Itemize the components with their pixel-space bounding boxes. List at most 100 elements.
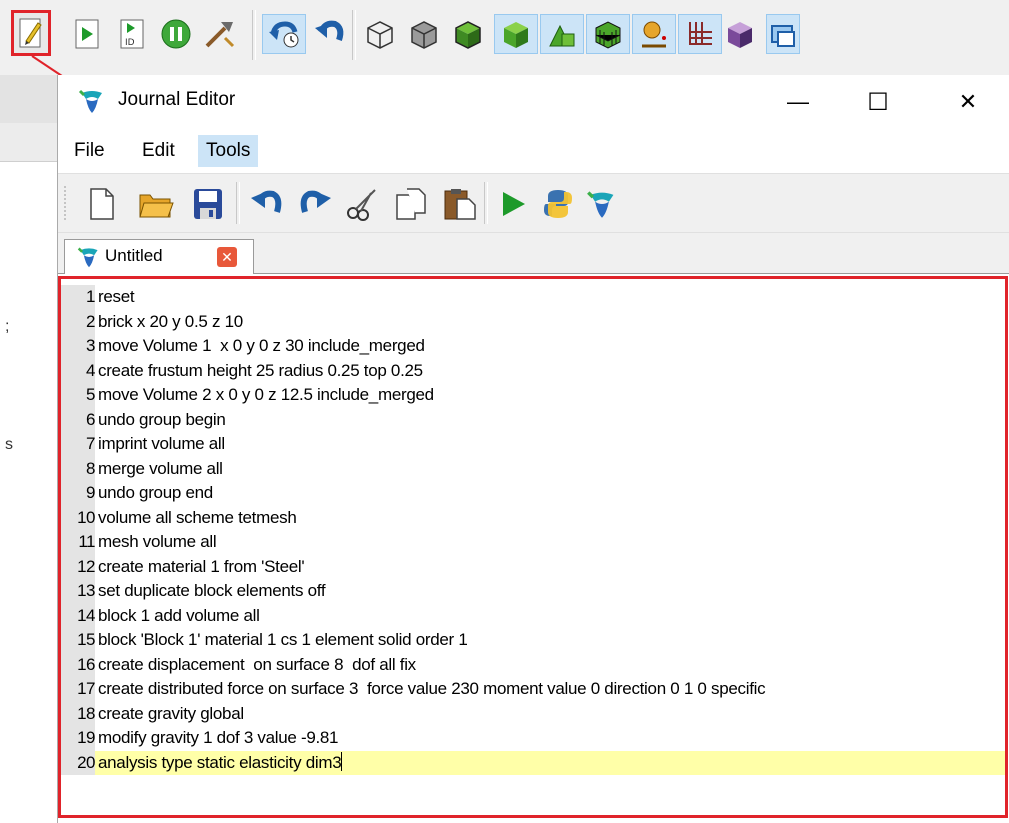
line-text: merge volume all	[98, 458, 223, 478]
purple-cube-icon	[728, 22, 752, 48]
line-text: block 'Block 1' material 1 cs 1 element …	[98, 630, 468, 649]
maximize-button[interactable]: ☐	[850, 75, 906, 129]
journal-editor-button[interactable]	[11, 10, 51, 56]
menu-file[interactable]: File	[66, 135, 113, 167]
editor-line[interactable]: 19 modify gravity 1 dof 3 value -9.81	[61, 726, 1005, 751]
line-text: analysis type static elasticity dim3	[98, 751, 343, 772]
play-journal-button[interactable]	[69, 14, 105, 54]
redo-button[interactable]	[296, 184, 336, 224]
mesh-visibility-button[interactable]	[586, 14, 630, 54]
python-button[interactable]	[538, 184, 578, 224]
cut-icon	[347, 189, 376, 221]
editor-line[interactable]: 4 create frustum height 25 radius 0.25 to…	[61, 358, 1005, 383]
undo-icon	[315, 20, 344, 41]
cubit-command-button[interactable]	[582, 184, 622, 224]
editor-line[interactable]: 20 analysis type static elasticity dim3	[61, 750, 1005, 775]
geometry-visibility-button[interactable]	[540, 14, 584, 54]
wireframe-view-button[interactable]	[362, 14, 398, 54]
new-file-button[interactable]	[82, 184, 122, 224]
menu-edit[interactable]: Edit	[134, 135, 183, 167]
line-text: create gravity global	[98, 703, 244, 723]
paste-icon	[444, 189, 476, 220]
code-editor[interactable]: 1 reset 2 brick x 20 y 0.5 z 10 3 move Volume…	[58, 276, 1008, 818]
line-text: modify gravity 1 dof 3 value -9.81	[98, 728, 339, 747]
line-number: 11	[78, 532, 95, 551]
line-text: block 1 add volume all	[98, 605, 260, 625]
editor-line[interactable]: 14 block 1 add volume all	[61, 603, 1005, 628]
editor-line[interactable]: 3 move Volume 1 x 0 y 0 z 30 include_merg…	[61, 334, 1005, 359]
cut-button[interactable]	[342, 184, 382, 224]
node-icon	[642, 21, 666, 48]
undo-button[interactable]	[246, 184, 286, 224]
tab-close-button[interactable]: ✕	[217, 247, 237, 267]
title-bar[interactable]: Journal Editor — ☐ ✕	[58, 75, 1009, 129]
line-number: 9	[86, 483, 95, 502]
line-text: move Volume 1 x 0 y 0 z 30 include_merge…	[98, 336, 425, 355]
visibility-button[interactable]	[722, 14, 758, 54]
open-file-button[interactable]	[136, 184, 176, 224]
save-file-button[interactable]	[188, 184, 228, 224]
minimize-button[interactable]: —	[770, 75, 826, 129]
hidden-line-view-button[interactable]	[406, 14, 442, 54]
tab-label: Untitled	[105, 246, 163, 265]
editor-line[interactable]: 5 move Volume 2 x 0 y 0 z 12.5 include_me…	[61, 383, 1005, 408]
toolbar-separator	[252, 10, 256, 60]
undo-button[interactable]	[312, 14, 348, 54]
line-text: mesh volume all	[98, 532, 217, 551]
tab-untitled[interactable]: Untitled ✕	[64, 239, 254, 274]
editor-line[interactable]: 1 reset	[61, 285, 1005, 310]
line-number: 10	[77, 507, 95, 527]
line-number: 20	[77, 752, 95, 772]
journal-editor-window: Journal Editor — ☐ ✕ File Edit Tools Unt…	[57, 75, 1009, 823]
editor-line[interactable]: 9 undo group end	[61, 481, 1005, 506]
line-number: 4	[86, 360, 95, 380]
editor-line[interactable]: 18 create gravity global	[61, 701, 1005, 726]
line-text: undo group begin	[98, 409, 226, 429]
play-icon	[75, 19, 99, 49]
background-text: ;	[5, 318, 10, 335]
close-icon: ✕	[221, 249, 233, 265]
pause-button[interactable]	[158, 14, 194, 54]
copy-icon	[396, 188, 426, 220]
copy-button[interactable]	[392, 184, 432, 224]
node-visibility-button[interactable]	[632, 14, 676, 54]
shaded-view-button[interactable]	[450, 14, 486, 54]
line-number: 15	[77, 630, 95, 649]
editor-line[interactable]: 17 create distributed force on surface 3 …	[61, 677, 1005, 702]
editor-line[interactable]: 12 create material 1 from 'Steel'	[61, 554, 1005, 579]
paste-button[interactable]	[440, 184, 480, 224]
editor-line[interactable]: 7 imprint volume all	[61, 432, 1005, 457]
editor-line[interactable]: 2 brick x 20 y 0.5 z 10	[61, 309, 1005, 334]
editor-line[interactable]: 10 volume all scheme tetmesh	[61, 505, 1005, 530]
text-caret	[341, 751, 343, 771]
axes-button[interactable]	[678, 14, 722, 54]
undo-history-button[interactable]	[262, 14, 306, 54]
background-band	[0, 75, 57, 124]
editor-line[interactable]: 8 merge volume all	[61, 456, 1005, 481]
editor-line[interactable]: 13 set duplicate block elements off	[61, 579, 1005, 604]
tools-button[interactable]	[202, 14, 238, 54]
line-number: 18	[77, 703, 95, 723]
tools-icon	[205, 22, 235, 48]
editor-line[interactable]: 6 undo group begin	[61, 407, 1005, 432]
close-button[interactable]: ✕	[940, 75, 996, 129]
window-button[interactable]	[766, 14, 800, 54]
menu-tools[interactable]: Tools	[198, 135, 259, 167]
shapes-icon	[549, 24, 575, 47]
menu-bar: File Edit Tools	[58, 131, 1009, 171]
line-text: create frustum height 25 radius 0.25 top…	[98, 360, 423, 380]
smooth-shade-button[interactable]	[494, 14, 538, 54]
svg-text:ID: ID	[125, 38, 135, 48]
line-number: 5	[86, 385, 95, 404]
background-band	[0, 123, 57, 162]
hidden-line-cube-icon	[411, 21, 437, 49]
run-icon	[503, 192, 525, 216]
editor-line[interactable]: 16 create displacement on surface 8 dof a…	[61, 652, 1005, 677]
undo-icon	[251, 190, 282, 213]
editor-line[interactable]: 15 block 'Block 1' material 1 cs 1 elemen…	[61, 628, 1005, 653]
open-folder-icon	[139, 194, 174, 218]
editor-line[interactable]: 11 mesh volume all	[61, 530, 1005, 555]
pause-icon	[161, 19, 191, 49]
run-button[interactable]	[494, 184, 534, 224]
play-id-button[interactable]: ID	[114, 14, 150, 54]
